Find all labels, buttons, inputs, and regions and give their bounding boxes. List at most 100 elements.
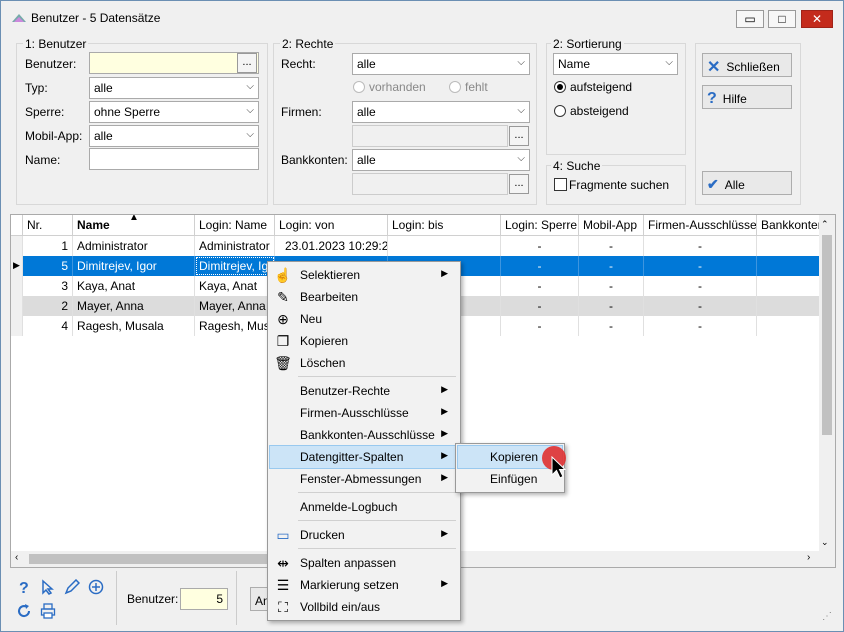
name-input[interactable] <box>89 148 259 170</box>
row-indicator <box>11 316 23 336</box>
group-suche-title: 4: Suche <box>551 159 603 173</box>
close-button[interactable]: ✕ <box>801 10 833 28</box>
fehlt-radio[interactable] <box>449 81 461 93</box>
mobil-select[interactable]: alle ⌵ <box>89 125 259 147</box>
scroll-left-icon[interactable]: ‹ <box>15 552 18 563</box>
schliessen-button[interactable]: ✕ Schließen <box>702 53 792 77</box>
col-header-nr[interactable]: Nr. <box>23 215 73 236</box>
help-question-icon[interactable]: ? <box>16 579 32 595</box>
cell-nr: 4 <box>23 316 73 336</box>
scroll-down-icon[interactable]: ⌄ <box>821 537 829 548</box>
menu-item-drucken[interactable]: ▭ Drucken ▶ <box>270 524 456 546</box>
aufsteigend-radio[interactable] <box>554 81 566 93</box>
fragmente-checkbox[interactable] <box>554 178 567 191</box>
bankkonten-browse-button[interactable]: ... <box>509 174 529 194</box>
cell-sperre: - <box>501 296 579 316</box>
status-divider <box>236 571 237 625</box>
cell-mobil: - <box>579 236 644 256</box>
sort-ascending-icon: ▲ <box>129 215 139 223</box>
col-header-name-label: Name <box>77 218 110 232</box>
hilfe-button[interactable]: ? Hilfe <box>702 85 792 109</box>
plus-circle-icon: ⊕ <box>277 310 289 327</box>
submenu-arrow-icon: ▶ <box>441 268 448 278</box>
menu-item-bankkonten-ausschluesse-label: Bankkonten-Ausschlüsse <box>300 428 435 442</box>
status-benutzer-label: Benutzer: <box>127 592 179 606</box>
firmen-select[interactable]: alle ⌵ <box>352 101 530 123</box>
cell-login-name: Mayer, Anna <box>195 296 275 316</box>
sperre-select[interactable]: ohne Sperre ⌵ <box>89 101 259 123</box>
print-icon[interactable] <box>40 603 56 619</box>
group-benutzer-title: 1: Benutzer <box>23 37 89 51</box>
table-row[interactable]: 1 Administrator Administrator 23.01.2023… <box>11 236 821 256</box>
col-header-mobil-app[interactable]: Mobil-App <box>579 215 644 236</box>
menu-item-firmen-ausschluesse[interactable]: Firmen-Ausschlüsse ▶ <box>270 402 456 424</box>
cell-nr: 1 <box>23 236 73 256</box>
app-icon <box>12 14 26 22</box>
typ-label: Typ: <box>25 81 48 95</box>
vorhanden-radio[interactable] <box>353 81 365 93</box>
menu-item-selektieren[interactable]: ☝ Selektieren ▶ <box>270 264 456 286</box>
cell-sperre: - <box>501 276 579 296</box>
menu-item-bankkonten-ausschluesse[interactable]: Bankkonten-Ausschlüsse ▶ <box>270 424 456 446</box>
title-bar: Benutzer - 5 Datensätze ▭ □ ✕ <box>1 1 843 35</box>
horizontal-scroll-thumb[interactable] <box>29 554 269 564</box>
menu-item-kopieren[interactable]: ❐ Kopieren <box>270 330 456 352</box>
cell-nr: 3 <box>23 276 73 296</box>
menu-item-markierung-setzen[interactable]: ☰ Markierung setzen ▶ <box>270 574 456 596</box>
refresh-icon[interactable] <box>16 603 32 619</box>
menu-item-vollbild[interactable]: ⛶ Vollbild ein/aus <box>270 596 456 618</box>
group-rechte-title: 2: Rechte <box>280 37 336 51</box>
col-header-name[interactable]: Name ▲ <box>73 215 195 236</box>
menu-item-bearbeiten[interactable]: ✎ Bearbeiten <box>270 286 456 308</box>
resize-grip-icon[interactable]: ⋰ <box>822 611 832 622</box>
menu-item-datengitter-spalten[interactable]: Datengitter-Spalten ▶ <box>269 445 457 469</box>
menu-item-fenster-abmessungen[interactable]: Fenster-Abmessungen ▶ <box>270 468 456 490</box>
vertical-scroll-thumb[interactable] <box>822 235 832 435</box>
firmen-browse-button[interactable]: ... <box>509 126 529 146</box>
sperre-label: Sperre: <box>25 105 65 119</box>
alle-button[interactable]: ✔ Alle <box>702 171 792 195</box>
row-indicator <box>11 296 23 316</box>
row-header-corner <box>11 215 23 236</box>
recht-select[interactable]: alle ⌵ <box>352 53 530 75</box>
bankkonten-select[interactable]: alle ⌵ <box>352 149 530 171</box>
menu-item-benutzer-rechte[interactable]: Benutzer-Rechte ▶ <box>270 380 456 402</box>
submenu-arrow-icon: ▶ <box>441 450 448 460</box>
scroll-right-icon[interactable]: › <box>807 552 810 563</box>
col-header-login-sperre[interactable]: Login: Sperre <box>501 215 579 236</box>
firmen-value: alle <box>357 105 376 119</box>
cell-sperre: - <box>501 316 579 336</box>
menu-item-loeschen[interactable]: 🗑 Löschen <box>270 352 456 374</box>
col-header-firmen-ausschluesse[interactable]: Firmen-Ausschlüsse <box>644 215 757 236</box>
menu-item-spalten-anpassen[interactable]: ⇹ Spalten anpassen <box>270 552 456 574</box>
col-header-login-bis[interactable]: Login: bis <box>388 215 501 236</box>
chevron-down-icon: ⌵ <box>246 105 254 116</box>
benutzer-browse-button[interactable]: ... <box>237 53 257 73</box>
benutzer-input[interactable] <box>89 52 259 74</box>
absteigend-radio[interactable] <box>554 105 566 117</box>
sort-select[interactable]: Name ⌵ <box>553 53 678 75</box>
row-indicator <box>11 236 23 256</box>
recht-label: Recht: <box>281 57 316 71</box>
edit-pencil-icon[interactable] <box>64 579 80 595</box>
col-header-login-name[interactable]: Login: Name <box>195 215 275 236</box>
submenu-arrow-icon: ▶ <box>441 578 448 588</box>
cell-name: Ragesh, Musala <box>73 316 195 336</box>
select-pointer-icon[interactable] <box>40 579 56 595</box>
minimize-button[interactable]: ▭ <box>736 10 764 28</box>
typ-select[interactable]: alle ⌵ <box>89 77 259 99</box>
add-circle-icon[interactable] <box>88 579 104 595</box>
menu-item-neu[interactable]: ⊕ Neu <box>270 308 456 330</box>
maximize-button[interactable]: □ <box>768 10 796 28</box>
menu-separator <box>298 376 456 377</box>
cell-name: Administrator <box>73 236 195 256</box>
cell-login-name: Administrator <box>195 236 275 256</box>
submenu-item-einfuegen[interactable]: Einfügen <box>458 468 562 490</box>
col-header-bankkonten[interactable]: Bankkonter <box>757 215 821 236</box>
col-header-login-von[interactable]: Login: von <box>275 215 388 236</box>
trash-icon: 🗑 <box>274 354 292 371</box>
scroll-up-icon[interactable]: ⌃ <box>821 219 829 230</box>
cell-login-name: Ragesh, Musala <box>195 316 275 336</box>
menu-item-anmelde-logbuch[interactable]: Anmelde-Logbuch <box>270 496 456 518</box>
vertical-scrollbar[interactable]: ⌃ ⌄ <box>819 215 835 567</box>
